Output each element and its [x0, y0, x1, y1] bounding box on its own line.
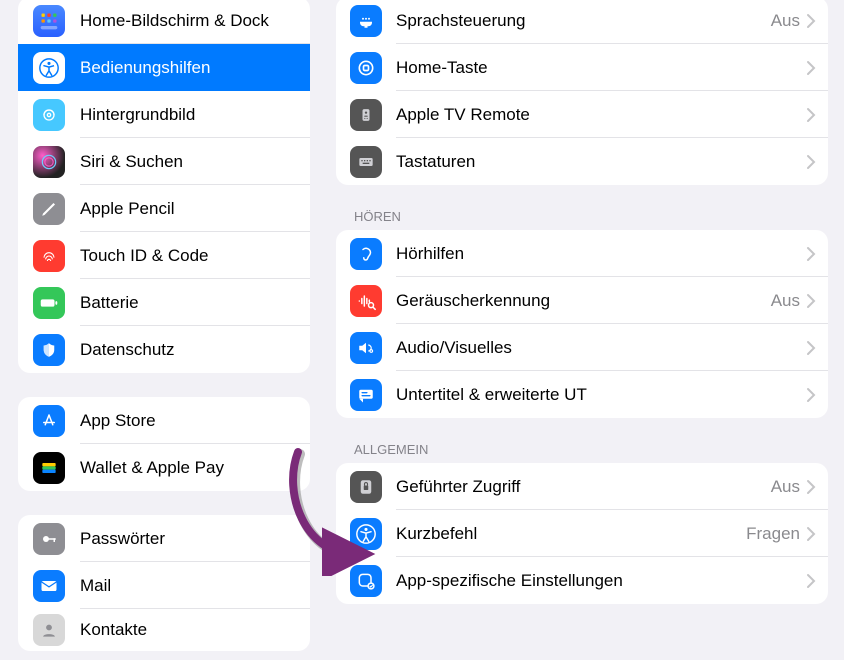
sidebar-group-general: Home-Bildschirm & Dock Bedienungshilfen … [18, 0, 310, 373]
sound-recognition-icon [350, 285, 382, 317]
sidebar-item-passwords[interactable]: Passwörter [18, 515, 310, 562]
chevron-right-icon [806, 60, 816, 76]
row-value: Aus [771, 477, 800, 497]
row-value: Fragen [746, 524, 800, 544]
siri-icon [33, 146, 65, 178]
chevron-right-icon [806, 107, 816, 123]
row-voice-control[interactable]: Sprachsteuerung Aus [336, 0, 828, 44]
voice-control-icon [350, 5, 382, 37]
row-subtitles[interactable]: Untertitel & erweiterte UT [336, 371, 828, 418]
sidebar-item-label: Kontakte [80, 620, 147, 640]
row-home-button[interactable]: Home-Taste [336, 44, 828, 91]
row-value: Aus [771, 11, 800, 31]
subtitles-icon [350, 379, 382, 411]
sidebar-item-label: Passwörter [80, 529, 165, 549]
sidebar-item-label: Wallet & Apple Pay [80, 458, 224, 478]
row-hearing-aids[interactable]: Hörhilfen [336, 230, 828, 277]
sidebar-item-label: Apple Pencil [80, 199, 175, 219]
sidebar-item-label: Bedienungshilfen [80, 58, 210, 78]
sidebar: Home-Bildschirm & Dock Bedienungshilfen … [0, 0, 320, 660]
row-label: Sprachsteuerung [396, 11, 771, 31]
row-per-app-settings[interactable]: App-spezifische Einstellungen [336, 557, 828, 604]
row-label: Tastaturen [396, 152, 800, 172]
chevron-right-icon [806, 293, 816, 309]
sidebar-item-label: Datenschutz [80, 340, 175, 360]
guided-access-icon [350, 471, 382, 503]
row-label: Hörhilfen [396, 244, 800, 264]
row-label: App-spezifische Einstellungen [396, 571, 800, 591]
row-label: Home-Taste [396, 58, 800, 78]
row-label: Geräuscherkennung [396, 291, 771, 311]
row-label: Audio/Visuelles [396, 338, 800, 358]
section-header-hearing: HÖREN [336, 185, 828, 230]
sidebar-item-touchid[interactable]: Touch ID & Code [18, 232, 310, 279]
sidebar-group-store: App Store Wallet & Apple Pay [18, 397, 310, 491]
row-label: Apple TV Remote [396, 105, 800, 125]
sidebar-item-privacy[interactable]: Datenschutz [18, 326, 310, 373]
sidebar-item-label: App Store [80, 411, 156, 431]
chevron-right-icon [806, 13, 816, 29]
sidebar-item-wallet[interactable]: Wallet & Apple Pay [18, 444, 310, 491]
chevron-right-icon [806, 387, 816, 403]
home-dock-icon [33, 5, 65, 37]
privacy-icon [33, 334, 65, 366]
sidebar-item-accessibility[interactable]: Bedienungshilfen [18, 44, 310, 91]
sidebar-item-siri[interactable]: Siri & Suchen [18, 138, 310, 185]
tv-remote-icon [350, 99, 382, 131]
contacts-icon [33, 614, 65, 646]
hearing-icon [350, 238, 382, 270]
touchid-icon [33, 240, 65, 272]
row-keyboards[interactable]: Tastaturen [336, 138, 828, 185]
wallpaper-icon [33, 99, 65, 131]
chevron-right-icon [806, 340, 816, 356]
sidebar-item-mail[interactable]: Mail [18, 562, 310, 609]
row-audio-visual[interactable]: Audio/Visuelles [336, 324, 828, 371]
passwords-icon [33, 523, 65, 555]
sidebar-item-label: Touch ID & Code [80, 246, 209, 266]
sidebar-item-home-dock[interactable]: Home-Bildschirm & Dock [18, 0, 310, 44]
section-header-general: ALLGEMEIN [336, 418, 828, 463]
row-value: Aus [771, 291, 800, 311]
sidebar-item-wallpaper[interactable]: Hintergrundbild [18, 91, 310, 138]
row-sound-recognition[interactable]: Geräuscherkennung Aus [336, 277, 828, 324]
chevron-right-icon [806, 154, 816, 170]
wallet-icon [33, 452, 65, 484]
sidebar-item-label: Mail [80, 576, 111, 596]
row-tv-remote[interactable]: Apple TV Remote [336, 91, 828, 138]
section-touch: Sprachsteuerung Aus Home-Taste Apple TV … [336, 0, 828, 185]
appstore-icon [33, 405, 65, 437]
pencil-icon [33, 193, 65, 225]
sidebar-group-apps: Passwörter Mail Kontakte [18, 515, 310, 651]
accessibility-icon [33, 52, 65, 84]
chevron-right-icon [806, 246, 816, 262]
per-app-settings-icon [350, 565, 382, 597]
audio-visual-icon [350, 332, 382, 364]
chevron-right-icon [806, 573, 816, 589]
home-button-icon [350, 52, 382, 84]
keyboard-icon [350, 146, 382, 178]
sidebar-item-battery[interactable]: Batterie [18, 279, 310, 326]
sidebar-item-label: Siri & Suchen [80, 152, 183, 172]
section-hearing: Hörhilfen Geräuscherkennung Aus Audio/Vi… [336, 230, 828, 418]
row-label: Kurzbefehl [396, 524, 746, 544]
section-general: Geführter Zugriff Aus Kurzbefehl Fragen … [336, 463, 828, 604]
sidebar-item-label: Batterie [80, 293, 139, 313]
chevron-right-icon [806, 526, 816, 542]
row-accessibility-shortcut[interactable]: Kurzbefehl Fragen [336, 510, 828, 557]
row-label: Untertitel & erweiterte UT [396, 385, 800, 405]
chevron-right-icon [806, 479, 816, 495]
battery-icon [33, 287, 65, 319]
sidebar-item-pencil[interactable]: Apple Pencil [18, 185, 310, 232]
row-label: Geführter Zugriff [396, 477, 771, 497]
sidebar-item-appstore[interactable]: App Store [18, 397, 310, 444]
sidebar-item-contacts[interactable]: Kontakte [18, 609, 310, 651]
accessibility-detail: Sprachsteuerung Aus Home-Taste Apple TV … [320, 0, 844, 660]
sidebar-item-label: Hintergrundbild [80, 105, 195, 125]
mail-icon [33, 570, 65, 602]
accessibility-shortcut-icon [350, 518, 382, 550]
sidebar-item-label: Home-Bildschirm & Dock [80, 11, 269, 31]
row-guided-access[interactable]: Geführter Zugriff Aus [336, 463, 828, 510]
